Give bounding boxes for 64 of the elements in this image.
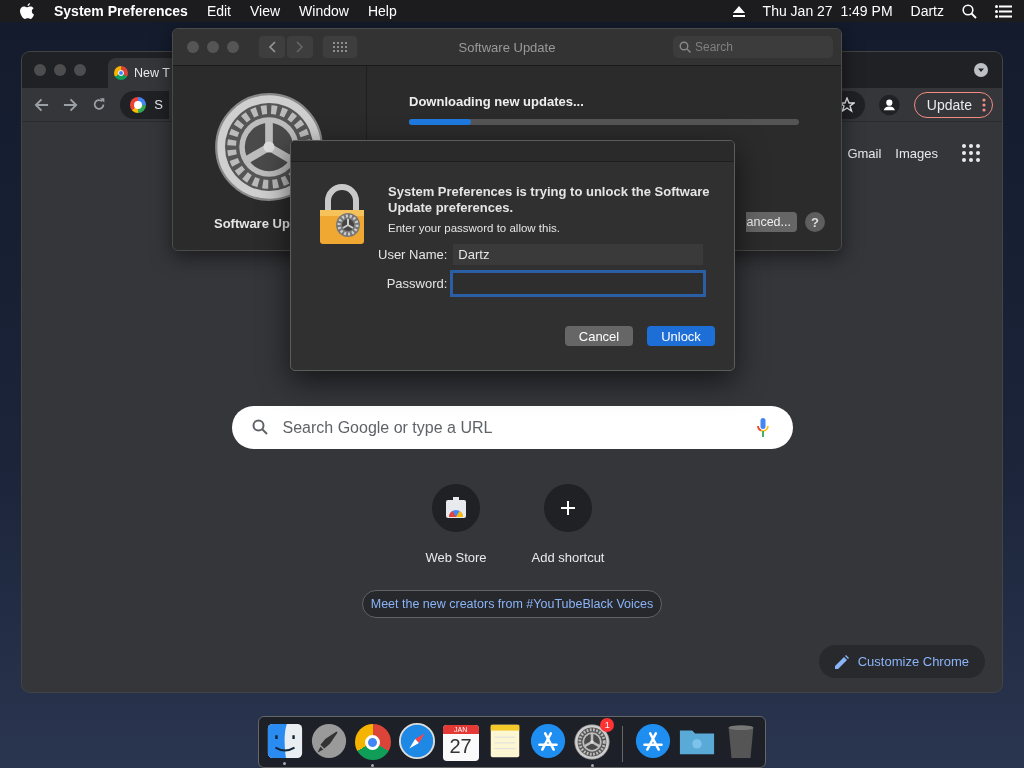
customize-button[interactable]: Customize Chrome (818, 645, 985, 678)
chevron-right-icon (296, 41, 304, 53)
more-icon (982, 97, 986, 112)
dialog-heading: System Preferences is trying to unlock the Software Update preferences. (388, 184, 711, 216)
dropdown-icon[interactable] (974, 63, 988, 77)
compass-icon[interactable] (397, 722, 436, 760)
apple-icon[interactable] (20, 2, 35, 20)
menu-item[interactable]: Edit (206, 3, 231, 19)
advanced-button[interactable]: anced... (745, 212, 797, 232)
browser-tab[interactable]: New T (108, 58, 172, 88)
notification-badge: 1 (600, 718, 615, 732)
menu-item[interactable]: View (250, 3, 281, 19)
list-icon[interactable] (995, 4, 1012, 18)
header-link[interactable]: Images (895, 145, 938, 161)
user-name[interactable]: Dartz (910, 3, 944, 19)
reload-icon[interactable] (92, 97, 107, 112)
dialog-message: Enter your password to allow this. (388, 222, 561, 234)
header-link[interactable]: Gmail (847, 145, 882, 161)
plus-icon (560, 500, 576, 516)
app-store-icon[interactable] (529, 722, 568, 760)
password-field[interactable] (453, 273, 704, 294)
shortcut-tile[interactable]: Web Store (408, 484, 504, 565)
user-name-field[interactable]: Dartz (453, 244, 704, 265)
microphone-icon[interactable] (756, 418, 769, 437)
browser-logo-icon (114, 66, 128, 80)
chevron-left-icon (268, 41, 276, 53)
apps-icon[interactable] (962, 144, 980, 162)
smiling-face-icon[interactable] (265, 722, 304, 760)
cancel-button[interactable]: Cancel (565, 326, 633, 346)
address-bar[interactable]: S (120, 90, 170, 119)
google-icon (130, 96, 147, 113)
clock[interactable]: Thu Jan 27 1:49 PM (762, 3, 893, 19)
field-label: User Name: (378, 247, 448, 262)
status-text: Downloading new updates... (409, 94, 585, 109)
search-field[interactable]: Search Google or type a URL (231, 406, 793, 449)
search-icon (679, 41, 691, 53)
menu-item[interactable]: Help (367, 3, 397, 19)
help-button[interactable]: ? (805, 212, 825, 232)
menu-item[interactable]: Window (299, 3, 349, 19)
show-all-button[interactable] (323, 36, 357, 58)
app-store-icon[interactable] (634, 722, 673, 760)
gear-icon (574, 724, 611, 760)
day-label: 27 (449, 734, 472, 758)
grid-icon (333, 42, 347, 52)
eject-icon[interactable] (732, 5, 745, 17)
forward-icon[interactable] (63, 96, 79, 113)
rocket-icon[interactable] (309, 722, 348, 760)
star-icon[interactable] (839, 96, 856, 113)
unlock-button[interactable]: Unlock (647, 326, 715, 346)
shortcut-tile[interactable]: Add shortcut (520, 484, 616, 565)
window-title: Software Update (458, 39, 556, 55)
field-label: Password: (385, 276, 448, 291)
browser-logo-icon[interactable] (354, 724, 391, 760)
back-button[interactable] (259, 36, 285, 58)
pencil-icon (834, 654, 849, 669)
back-icon[interactable] (34, 96, 50, 113)
profile-icon[interactable] (879, 93, 900, 116)
pane-label: Software Up (214, 216, 290, 231)
store-icon (445, 497, 467, 519)
app-menu[interactable]: System Preferences (54, 3, 188, 19)
search-icon (251, 419, 268, 435)
search-icon[interactable] (962, 3, 977, 19)
search-field[interactable]: Search (673, 36, 833, 58)
promo-link[interactable]: Meet the new creators from #YouTubeBlack Voices (361, 590, 663, 618)
